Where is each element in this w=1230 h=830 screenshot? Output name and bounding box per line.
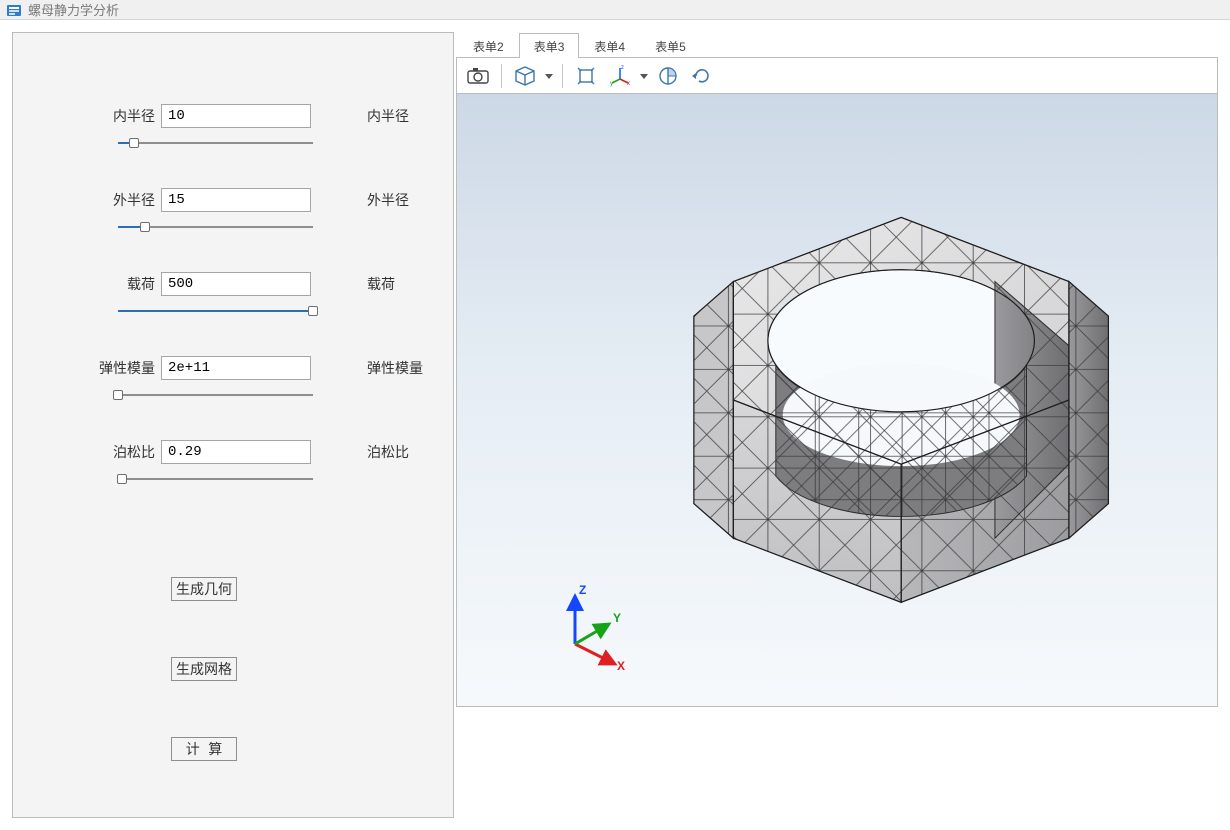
input-inner-radius[interactable] [161,104,311,128]
slider-inner-radius[interactable] [118,135,313,151]
axis-gizmo: Z Y X [553,582,633,662]
tabs: 表单2 表单3 表单4 表单5 [456,34,1218,58]
input-poisson[interactable] [161,440,311,464]
label-poisson: 泊松比 [13,442,161,462]
content: 内半径 内半径 外半径 [0,20,1230,830]
form-group-modulus: 弹性模量 弹性模量 [13,353,453,403]
app-icon [6,2,22,18]
slider-load[interactable] [118,303,313,319]
unit-modulus: 弹性模量 [367,358,423,378]
unit-inner-radius: 内半径 [367,106,409,126]
generate-mesh-button[interactable]: 生成网格 [171,657,237,681]
svg-text:x: x [627,81,630,87]
unit-outer-radius: 外半径 [367,190,409,210]
label-load: 载荷 [13,274,161,294]
axis-select-icon[interactable]: x y z [605,61,635,91]
tab-form-2[interactable]: 表单2 [458,33,519,58]
titlebar: 螺母静力学分析 [0,0,1230,20]
slider-modulus[interactable] [118,387,313,403]
parameter-panel: 内半径 内半径 外半径 [12,32,454,818]
viewport-panel: x y z [456,57,1218,707]
app-window: 螺母静力学分析 内半径 内半径 [0,0,1230,786]
unit-load: 载荷 [367,274,395,294]
axis-y-label: Y [613,611,621,625]
cube-view-dropdown[interactable] [544,61,554,91]
window-title: 螺母静力学分析 [28,0,119,19]
zoom-extents-icon[interactable] [571,61,601,91]
form-group-load: 载荷 载荷 [13,269,453,319]
label-inner-radius: 内半径 [13,106,161,126]
label-modulus: 弹性模量 [13,358,161,378]
compute-button[interactable]: 计 算 [171,737,237,761]
tab-form-4[interactable]: 表单4 [579,33,640,58]
tab-form-5[interactable]: 表单5 [640,33,701,58]
toolbar-separator [501,64,502,88]
axis-z-label: Z [579,583,586,597]
toolbar-separator [562,64,563,88]
3d-viewport[interactable]: Z Y X [457,94,1217,706]
form-group-poisson: 泊松比 泊松比 [13,437,453,487]
clip-plane-icon[interactable] [653,61,683,91]
label-outer-radius: 外半径 [13,190,161,210]
generate-geometry-button[interactable]: 生成几何 [171,577,237,601]
camera-icon[interactable] [463,61,493,91]
unit-poisson: 泊松比 [367,442,409,462]
svg-text:y: y [610,81,613,87]
cube-view-icon[interactable] [510,61,540,91]
rotate-reset-icon[interactable] [687,61,717,91]
viewport-toolbar: x y z [457,58,1217,94]
right-panel: 表单2 表单3 表单4 表单5 [454,20,1230,830]
input-outer-radius[interactable] [161,188,311,212]
axis-x-label: X [617,659,625,672]
form-group-outer-radius: 外半径 外半径 [13,185,453,235]
form-group-inner-radius: 内半径 内半径 [13,101,453,151]
svg-text:z: z [621,65,624,71]
slider-poisson[interactable] [118,471,313,487]
axis-dropdown[interactable] [639,61,649,91]
tab-form-3[interactable]: 表单3 [519,33,580,58]
slider-outer-radius[interactable] [118,219,313,235]
input-modulus[interactable] [161,356,311,380]
input-load[interactable] [161,272,311,296]
